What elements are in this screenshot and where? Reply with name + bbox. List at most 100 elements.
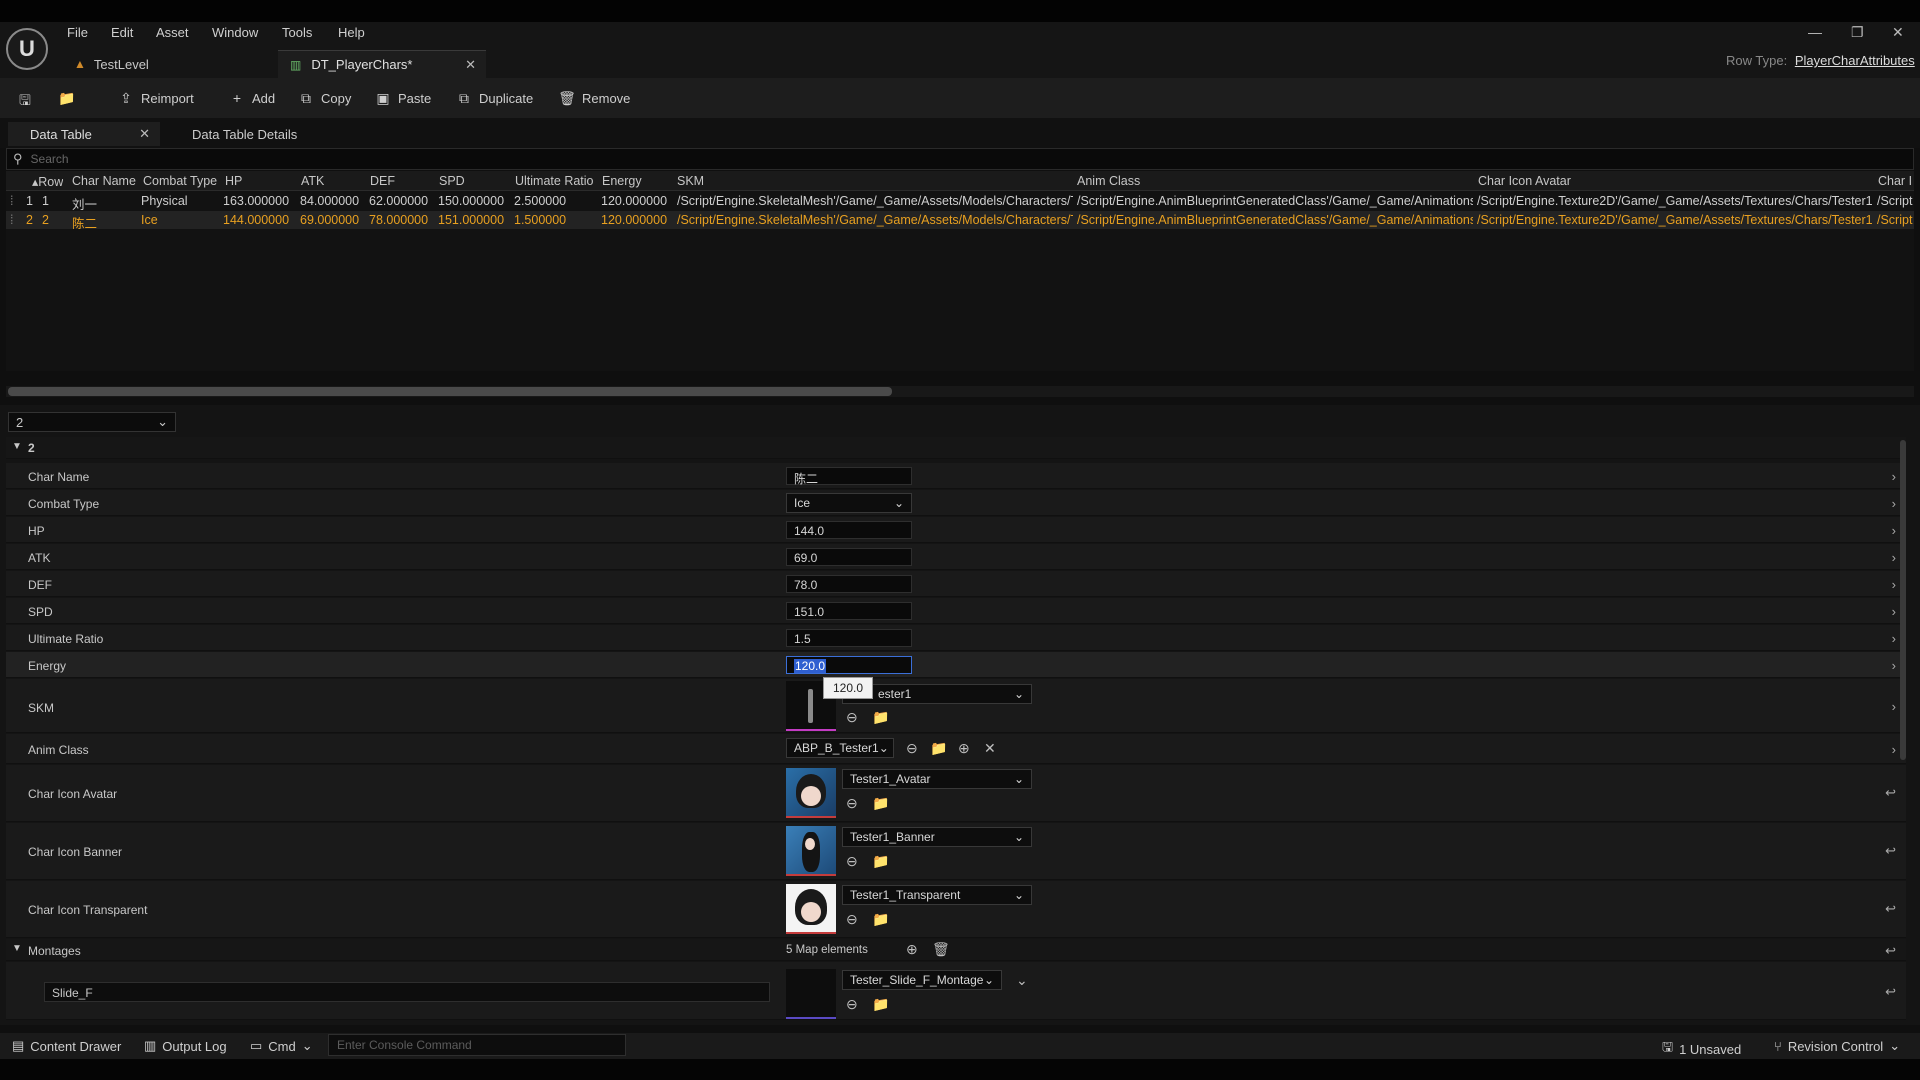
char-name-field[interactable]: 陈二 <box>786 467 912 486</box>
reset-icon[interactable]: › <box>1892 496 1896 511</box>
browse-icon[interactable]: 📁 <box>872 996 889 1013</box>
row-type-value[interactable]: PlayerCharAttributes <box>1795 53 1915 68</box>
reimport-button[interactable]: ⇪ Reimport <box>117 87 194 109</box>
save-icon[interactable]: 🖫 <box>16 87 34 109</box>
reset-arrow-icon[interactable]: ↩ <box>1885 843 1896 859</box>
atk-field[interactable]: 69.0 <box>786 548 912 566</box>
close-window-icon[interactable]: ✕ <box>1892 24 1904 41</box>
tab-testlevel[interactable]: ▲ TestLevel <box>60 50 274 78</box>
reset-icon[interactable]: › <box>1892 523 1896 538</box>
combat-type-dropdown[interactable]: Ice ⌄ <box>786 493 912 513</box>
use-selected-icon[interactable]: ⊖ <box>906 740 918 757</box>
table-row[interactable]: ⁞ 1 1 刘一 Physical 163.000000 84.000000 6… <box>6 192 1914 212</box>
browse-icon[interactable]: 📁 <box>930 740 947 757</box>
trash-icon[interactable]: 🗑 <box>932 941 950 958</box>
search-input[interactable]: ⚲ Search <box>6 148 1914 170</box>
close-icon[interactable]: ✕ <box>465 57 476 73</box>
browse-icon[interactable]: 📁 <box>872 709 889 726</box>
col-char-name[interactable]: Char Name <box>72 174 136 188</box>
expand-options-icon[interactable]: ⌄ <box>1016 972 1028 989</box>
close-icon[interactable]: ✕ <box>139 126 150 142</box>
reset-arrow-icon[interactable]: ↩ <box>1885 943 1896 959</box>
reset-icon[interactable]: › <box>1892 699 1896 714</box>
col-anim-class[interactable]: Anim Class <box>1077 174 1140 188</box>
paste-button[interactable]: ▣ Paste <box>374 87 431 109</box>
copy-button[interactable]: ⧉ Copy <box>297 87 351 109</box>
menu-edit[interactable]: Edit <box>111 25 133 40</box>
col-atk[interactable]: ATK <box>301 174 324 188</box>
use-selected-icon[interactable]: ⊖ <box>846 795 858 812</box>
reset-arrow-icon[interactable]: ↩ <box>1885 785 1896 801</box>
reset-icon[interactable]: › <box>1892 550 1896 565</box>
reset-arrow-icon[interactable]: ↩ <box>1885 984 1896 1000</box>
col-row[interactable]: ▴Row <box>32 174 63 189</box>
restore-icon[interactable]: ❐ <box>1851 24 1864 41</box>
col-hp[interactable]: HP <box>225 174 242 188</box>
browse-icon[interactable]: 📁 <box>58 87 76 109</box>
reset-icon[interactable]: › <box>1892 658 1896 673</box>
col-combat-type[interactable]: Combat Type <box>143 174 217 188</box>
reset-icon[interactable]: › <box>1892 604 1896 619</box>
section-header[interactable]: ▼ 2 <box>6 437 1906 459</box>
reset-icon[interactable]: › <box>1892 577 1896 592</box>
avatar-asset-dropdown[interactable]: Tester1_Avatar ⌄ <box>842 769 1032 789</box>
reset-icon[interactable]: › <box>1892 469 1896 484</box>
table-row-selected[interactable]: ⁞ 2 2 陈二 Ice 144.000000 69.000000 78.000… <box>6 211 1914 231</box>
ultimate-ratio-field[interactable]: 1.5 <box>786 629 912 647</box>
vertical-scrollbar[interactable] <box>1900 440 1906 760</box>
col-ultimate-ratio[interactable]: Ultimate Ratio <box>515 174 594 188</box>
energy-field[interactable]: 120.0 <box>786 656 912 674</box>
row-selector-dropdown[interactable]: 2 ⌄ <box>8 412 176 432</box>
use-selected-icon[interactable]: ⊖ <box>846 996 858 1013</box>
transparent-asset-dropdown[interactable]: Tester1_Transparent ⌄ <box>842 885 1032 905</box>
duplicate-button[interactable]: ⧉ Duplicate <box>455 87 533 109</box>
spd-field[interactable]: 151.0 <box>786 602 912 620</box>
montage-asset-dropdown[interactable]: Tester_Slide_F_Montage ⌄ <box>842 970 1002 990</box>
def-field[interactable]: 78.0 <box>786 575 912 593</box>
col-def[interactable]: DEF <box>370 174 395 188</box>
use-selected-icon[interactable]: ⊖ <box>846 853 858 870</box>
col-char-icon-avatar[interactable]: Char Icon Avatar <box>1478 174 1571 188</box>
minimize-icon[interactable]: — <box>1808 24 1822 40</box>
revision-control-button[interactable]: ⑂ Revision Control ⌄ <box>1774 1038 1900 1054</box>
tab-dt-playerchars[interactable]: ▥ DT_PlayerChars* ✕ <box>278 50 486 78</box>
col-skm[interactable]: SKM <box>677 174 704 188</box>
caret-down-icon[interactable]: ▼ <box>12 943 22 954</box>
content-drawer-button[interactable]: ▤ Content Drawer <box>12 1038 121 1054</box>
transparent-thumbnail[interactable] <box>786 884 836 934</box>
menu-help[interactable]: Help <box>338 25 365 40</box>
banner-asset-dropdown[interactable]: Tester1_Banner ⌄ <box>842 827 1032 847</box>
add-new-icon[interactable]: ⊕ <box>958 740 970 757</box>
output-log-button[interactable]: ▥ Output Log <box>144 1038 227 1054</box>
reset-icon[interactable]: › <box>1892 742 1896 757</box>
horizontal-scrollbar[interactable] <box>8 387 892 396</box>
reset-arrow-icon[interactable]: ↩ <box>1885 901 1896 917</box>
hp-field[interactable]: 144.0 <box>786 521 912 539</box>
tab-data-table[interactable]: Data Table ✕ <box>8 122 160 146</box>
col-energy[interactable]: Energy <box>602 174 642 188</box>
add-element-icon[interactable]: ⊕ <box>906 941 918 958</box>
tab-data-table-details[interactable]: Data Table Details <box>192 122 297 146</box>
use-selected-icon[interactable]: ⊖ <box>846 709 858 726</box>
montage-thumbnail[interactable] <box>786 969 836 1019</box>
col-spd[interactable]: SPD <box>439 174 465 188</box>
unreal-logo-icon[interactable]: U <box>6 28 48 70</box>
browse-icon[interactable]: 📁 <box>872 795 889 812</box>
col-char-icon-more[interactable]: Char I <box>1878 174 1912 188</box>
banner-thumbnail[interactable] <box>786 826 836 876</box>
add-button[interactable]: + Add <box>228 87 275 109</box>
unsaved-button[interactable]: 🖫 1 Unsaved <box>1662 1038 1741 1060</box>
menu-file[interactable]: File <box>67 25 88 40</box>
use-selected-icon[interactable]: ⊖ <box>846 911 858 928</box>
anim-class-dropdown[interactable]: ABP_B_Tester1 ⌄ <box>786 738 894 758</box>
remove-button[interactable]: 🗑 Remove <box>558 87 630 109</box>
cmd-dropdown[interactable]: ▭ Cmd ⌄ <box>250 1038 313 1054</box>
menu-tools[interactable]: Tools <box>282 25 312 40</box>
menu-asset[interactable]: Asset <box>156 25 189 40</box>
console-input[interactable]: Enter Console Command <box>328 1034 626 1056</box>
clear-icon[interactable]: ✕ <box>984 740 996 757</box>
browse-icon[interactable]: 📁 <box>872 911 889 928</box>
montage-key-field[interactable]: Slide_F <box>44 982 770 1002</box>
reset-icon[interactable]: › <box>1892 631 1896 646</box>
avatar-thumbnail[interactable] <box>786 768 836 818</box>
